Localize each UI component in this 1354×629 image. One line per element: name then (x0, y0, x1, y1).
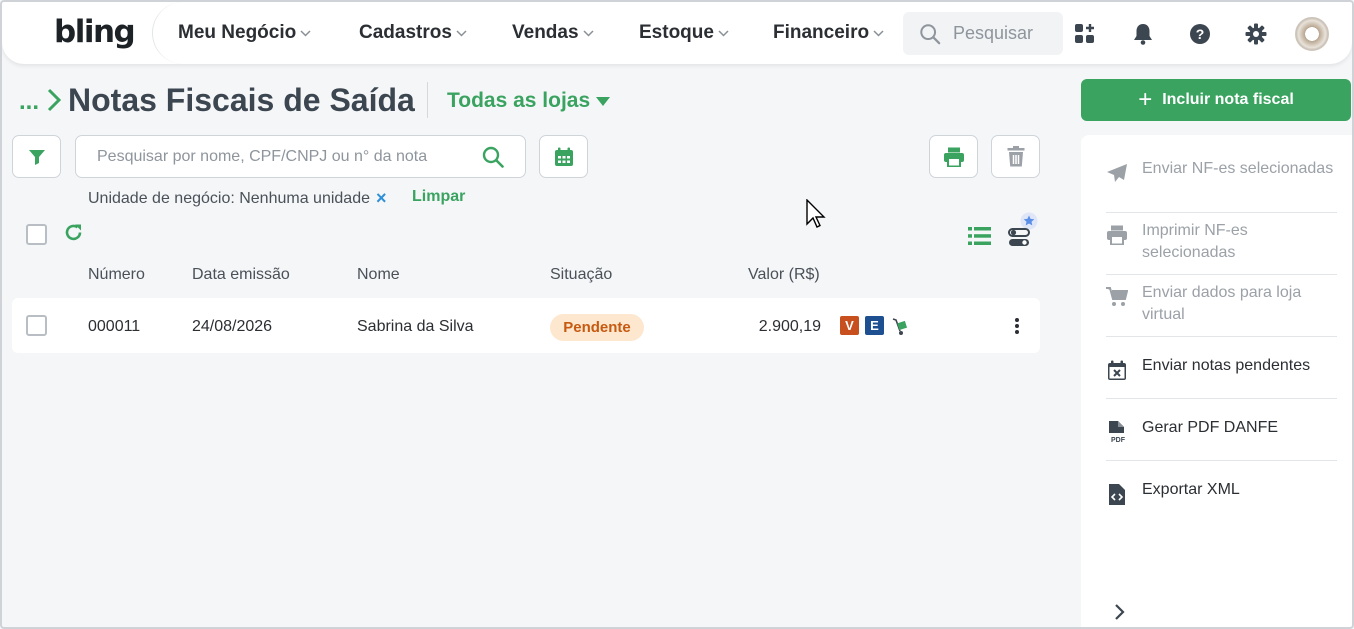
filter-icon (28, 149, 45, 165)
col-data-emissao[interactable]: Data emissão (192, 266, 290, 284)
side-item-label: Enviar NF-es selecionadas (1142, 160, 1334, 177)
nav-estoque[interactable]: Estoque (639, 22, 729, 44)
delete-button[interactable] (991, 135, 1040, 178)
chevron-down-icon (456, 29, 467, 37)
cell-nome: Sabrina da Silva (357, 318, 474, 335)
help-icon[interactable]: ? (1188, 22, 1212, 46)
cell-valor: 2.900,19 (758, 318, 821, 335)
top-search[interactable] (903, 12, 1063, 55)
paper-plane-icon (1106, 162, 1128, 184)
top-bar: bling Meu Negócio Cadastros Vendas Estoq… (2, 2, 1352, 64)
expand-panel-chevron-icon[interactable] (1113, 603, 1127, 621)
remove-filter-icon[interactable]: × (376, 188, 387, 209)
actions-panel (1081, 135, 1352, 627)
nav-cadastros[interactable]: Cadastros (359, 22, 467, 44)
mouse-cursor-icon (806, 199, 826, 228)
nav-label: Cadastros (359, 22, 452, 43)
list-view-icon[interactable] (968, 226, 991, 246)
chevron-down-icon (300, 29, 311, 37)
side-item-label: Enviar notas pendentes (1142, 357, 1311, 374)
store-selector[interactable]: Todas as lojas (447, 89, 611, 113)
apps-icon[interactable] (1073, 22, 1097, 46)
side-item-send-store[interactable]: Enviar dados para loja virtual (1106, 282, 1337, 326)
nav-label: Estoque (639, 22, 714, 43)
nav-vendas[interactable]: Vendas (512, 22, 594, 44)
chevron-down-icon (718, 29, 729, 37)
nav-financeiro[interactable]: Financeiro (773, 22, 884, 44)
include-invoice-label: Incluir nota fiscal (1162, 91, 1294, 108)
bling-logo[interactable]: bling (54, 14, 136, 50)
tag-v-badge: V (840, 316, 859, 335)
search-icon (920, 23, 941, 44)
filter-button[interactable] (12, 135, 61, 178)
nav-label: Meu Negócio (178, 22, 297, 43)
bell-icon[interactable] (1131, 22, 1155, 46)
user-avatar[interactable] (1295, 17, 1329, 51)
store-selector-label: Todas as lojas (447, 89, 591, 112)
invoice-search[interactable] (75, 135, 526, 178)
side-divider (1106, 398, 1337, 399)
tag-e-badge: E (865, 316, 884, 335)
refresh-icon[interactable] (64, 223, 83, 242)
svg-text:PDF: PDF (1111, 437, 1126, 443)
calendar-icon (554, 147, 573, 166)
side-divider (1106, 274, 1337, 275)
breadcrumb-chevron-icon (47, 88, 62, 112)
side-item-export-xml[interactable]: Exportar XML (1106, 479, 1337, 505)
cart-icon (1106, 286, 1128, 308)
print-button[interactable] (929, 135, 978, 178)
side-item-label: Enviar dados para loja virtual (1142, 284, 1302, 323)
include-invoice-button[interactable]: + Incluir nota fiscal (1081, 79, 1351, 121)
top-search-input[interactable] (953, 23, 1063, 44)
caret-down-icon (596, 96, 611, 106)
col-numero[interactable]: Número (88, 266, 145, 284)
printer-icon (943, 147, 964, 167)
side-divider (1106, 460, 1337, 461)
side-item-send-pending[interactable]: Enviar notas pendentes (1106, 355, 1337, 381)
search-icon[interactable] (482, 146, 504, 168)
status-badge: Pendente (550, 314, 644, 341)
title-divider (427, 82, 428, 118)
chevron-down-icon (583, 29, 594, 37)
row-menu-icon[interactable] (1012, 317, 1022, 335)
plus-icon: + (1138, 86, 1153, 113)
side-item-label: Exportar XML (1142, 481, 1240, 498)
cell-numero: 000011 (88, 318, 141, 335)
chevron-down-icon (873, 29, 884, 37)
printer-icon (1106, 224, 1128, 246)
gear-icon[interactable] (1244, 22, 1268, 46)
breadcrumb-dots[interactable]: ... (19, 88, 39, 116)
side-item-send-nfes[interactable]: Enviar NF-es selecionadas (1106, 158, 1337, 184)
pdf-file-icon: PDF (1106, 421, 1128, 443)
row-checkbox[interactable] (26, 315, 47, 336)
cell-data: 24/08/2026 (192, 318, 273, 335)
page-title: Notas Fiscais de Saída (68, 82, 415, 118)
table-row[interactable] (12, 298, 1040, 353)
side-item-label: Imprimir NF-es selecionadas (1142, 222, 1248, 261)
col-situacao[interactable]: Situação (550, 266, 612, 284)
trash-icon (1007, 146, 1024, 167)
side-item-pdf-danfe[interactable]: PDF Gerar PDF DANFE (1106, 417, 1337, 443)
shipping-cart-icon (892, 318, 908, 335)
side-divider (1106, 336, 1337, 337)
side-item-label: Gerar PDF DANFE (1142, 419, 1279, 436)
date-filter-button[interactable] (539, 135, 588, 178)
col-valor[interactable]: Valor (R$) (748, 266, 820, 284)
svg-text:?: ? (1196, 26, 1205, 42)
nav-label: Financeiro (773, 22, 870, 43)
col-nome[interactable]: Nome (357, 266, 400, 284)
active-filter-chip: Unidade de negócio: Nenhuma unidade × (88, 188, 387, 209)
invoice-search-input[interactable] (97, 147, 482, 166)
column-settings-icon[interactable] (1008, 212, 1042, 248)
nav-label: Vendas (512, 22, 579, 43)
code-file-icon (1106, 483, 1128, 505)
side-item-print-nfes[interactable]: Imprimir NF-es selecionadas (1106, 220, 1337, 264)
side-divider (1106, 212, 1337, 213)
clear-filters-link[interactable]: Limpar (412, 188, 465, 206)
calendar-x-icon (1106, 359, 1128, 381)
filter-chip-label: Unidade de negócio: Nenhuma unidade (88, 189, 370, 207)
select-all-checkbox[interactable] (26, 224, 47, 245)
nav-meu-negocio[interactable]: Meu Negócio (178, 22, 311, 44)
